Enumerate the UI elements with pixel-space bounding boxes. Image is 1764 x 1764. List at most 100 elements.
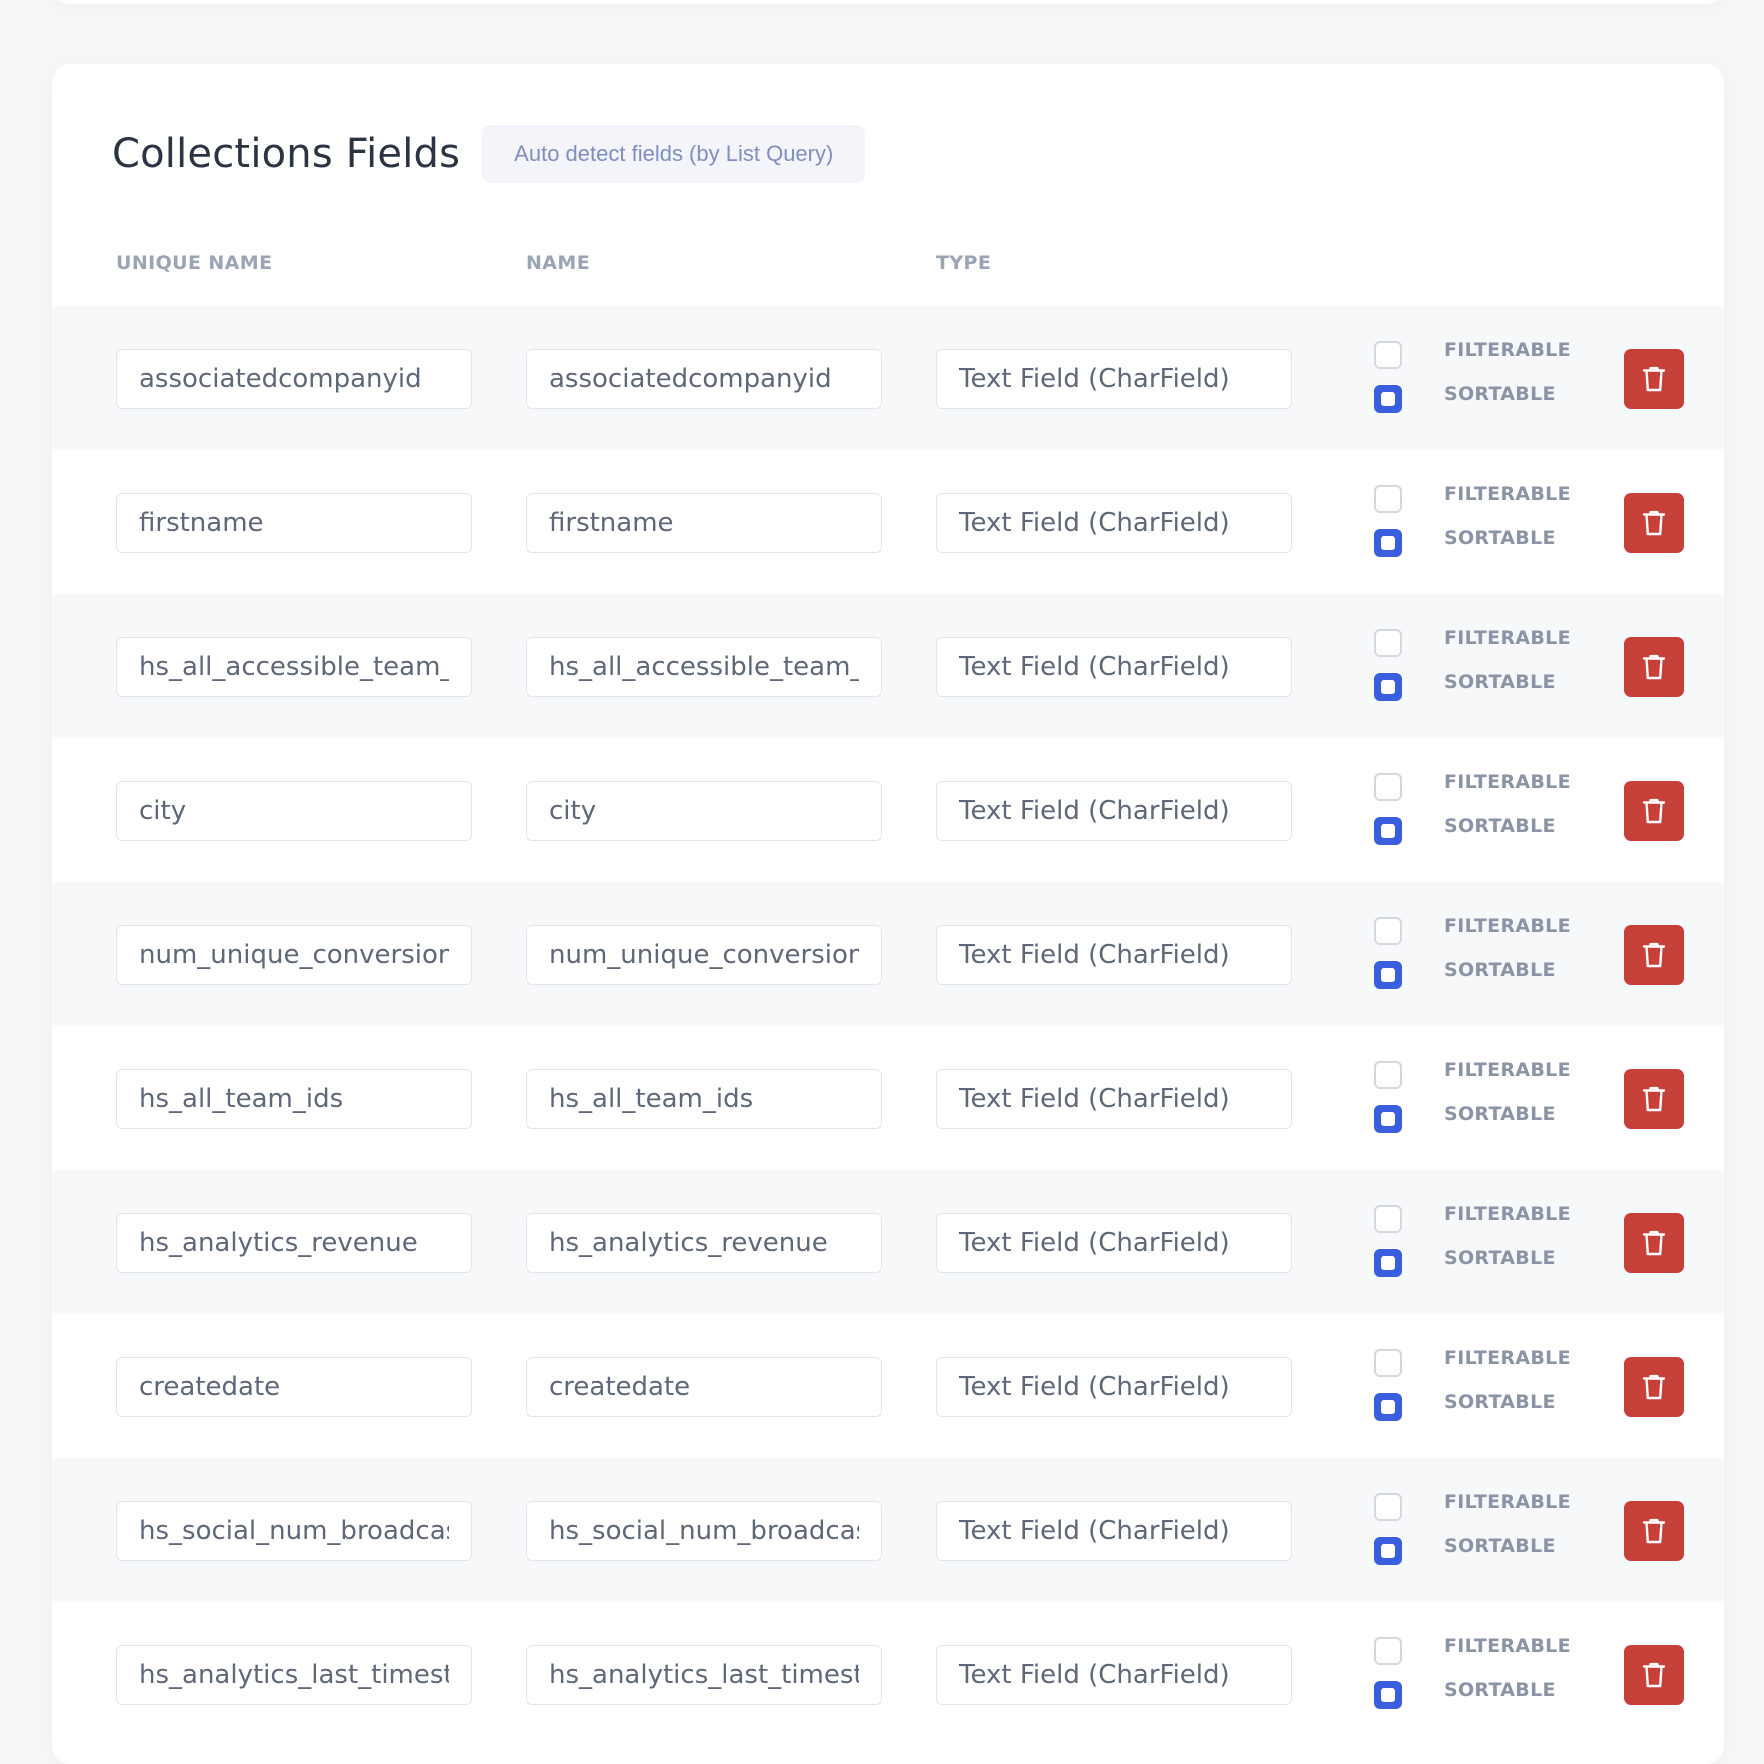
field-row: Text Field (CharField) FILTERABLE SORTAB… — [52, 1458, 1724, 1602]
type-select[interactable]: Text Field (CharField) — [936, 925, 1292, 985]
name-input[interactable] — [526, 1069, 882, 1129]
filterable-checkbox[interactable] — [1374, 1205, 1402, 1233]
type-select[interactable]: Text Field (CharField) — [936, 637, 1292, 697]
sortable-checkbox[interactable] — [1374, 1105, 1402, 1133]
trash-icon — [1642, 654, 1666, 680]
field-row: Text Field (CharField) FILTERABLE SORTAB… — [52, 1026, 1724, 1170]
filterable-checkbox[interactable] — [1374, 1493, 1402, 1521]
field-row: Text Field (CharField) FILTERABLE SORTAB… — [52, 1314, 1724, 1458]
field-row: Text Field (CharField) FILTERABLE SORTAB… — [52, 1602, 1724, 1746]
trash-icon — [1642, 1374, 1666, 1400]
filterable-checkbox[interactable] — [1374, 1061, 1402, 1089]
sortable-checkbox[interactable] — [1374, 961, 1402, 989]
unique-name-input[interactable] — [116, 1069, 472, 1129]
name-input[interactable] — [526, 1357, 882, 1417]
delete-field-button[interactable] — [1624, 349, 1684, 409]
delete-field-button[interactable] — [1624, 1501, 1684, 1561]
delete-field-button[interactable] — [1624, 1645, 1684, 1705]
filterable-checkbox[interactable] — [1374, 629, 1402, 657]
auto-detect-fields-button[interactable]: Auto detect fields (by List Query) — [482, 125, 866, 183]
sortable-checkbox[interactable] — [1374, 1537, 1402, 1565]
sortable-checkbox[interactable] — [1374, 529, 1402, 557]
name-input[interactable] — [526, 781, 882, 841]
filterable-label: FILTERABLE — [1444, 915, 1571, 937]
sortable-label: SORTABLE — [1444, 1247, 1556, 1269]
unique-name-input[interactable] — [116, 1213, 472, 1273]
previous-card-bottom — [52, 0, 1724, 4]
field-row: Text Field (CharField) FILTERABLE SORTAB… — [52, 1170, 1724, 1314]
column-header-type: TYPE — [936, 252, 992, 274]
sortable-label: SORTABLE — [1444, 1103, 1556, 1125]
delete-field-button[interactable] — [1624, 781, 1684, 841]
trash-icon — [1642, 942, 1666, 968]
sortable-label: SORTABLE — [1444, 527, 1556, 549]
filterable-checkbox[interactable] — [1374, 773, 1402, 801]
column-header-name: NAME — [526, 252, 591, 274]
sortable-checkbox[interactable] — [1374, 1681, 1402, 1709]
trash-icon — [1642, 798, 1666, 824]
unique-name-input[interactable] — [116, 637, 472, 697]
name-input[interactable] — [526, 637, 882, 697]
filterable-label: FILTERABLE — [1444, 1059, 1571, 1081]
delete-field-button[interactable] — [1624, 493, 1684, 553]
unique-name-input[interactable] — [116, 349, 472, 409]
sortable-checkbox[interactable] — [1374, 817, 1402, 845]
sortable-checkbox[interactable] — [1374, 385, 1402, 413]
filterable-checkbox[interactable] — [1374, 1637, 1402, 1665]
filterable-label: FILTERABLE — [1444, 483, 1571, 505]
column-header-unique-name: UNIQUE NAME — [116, 252, 273, 274]
field-row: Text Field (CharField) FILTERABLE SORTAB… — [52, 450, 1724, 594]
type-select[interactable]: Text Field (CharField) — [936, 1357, 1292, 1417]
unique-name-input[interactable] — [116, 493, 472, 553]
filterable-label: FILTERABLE — [1444, 1635, 1571, 1657]
unique-name-input[interactable] — [116, 925, 472, 985]
filterable-checkbox[interactable] — [1374, 341, 1402, 369]
unique-name-input[interactable] — [116, 1501, 472, 1561]
sortable-label: SORTABLE — [1444, 1535, 1556, 1557]
unique-name-input[interactable] — [116, 1645, 472, 1705]
type-select[interactable]: Text Field (CharField) — [936, 1645, 1292, 1705]
unique-name-input[interactable] — [116, 1357, 472, 1417]
name-input[interactable] — [526, 1645, 882, 1705]
delete-field-button[interactable] — [1624, 925, 1684, 985]
name-input[interactable] — [526, 493, 882, 553]
section-title: Collections Fields — [112, 131, 461, 177]
trash-icon — [1642, 1230, 1666, 1256]
trash-icon — [1642, 510, 1666, 536]
field-row: Text Field (CharField) FILTERABLE SORTAB… — [52, 882, 1724, 1026]
sortable-label: SORTABLE — [1444, 959, 1556, 981]
fields-list: Text Field (CharField) FILTERABLE SORTAB… — [52, 306, 1724, 1746]
trash-icon — [1642, 366, 1666, 392]
sortable-label: SORTABLE — [1444, 383, 1556, 405]
unique-name-input[interactable] — [116, 781, 472, 841]
type-select[interactable]: Text Field (CharField) — [936, 349, 1292, 409]
filterable-label: FILTERABLE — [1444, 1203, 1571, 1225]
delete-field-button[interactable] — [1624, 1069, 1684, 1129]
type-select[interactable]: Text Field (CharField) — [936, 1069, 1292, 1129]
sortable-checkbox[interactable] — [1374, 673, 1402, 701]
sortable-checkbox[interactable] — [1374, 1393, 1402, 1421]
type-select[interactable]: Text Field (CharField) — [936, 493, 1292, 553]
filterable-label: FILTERABLE — [1444, 339, 1571, 361]
sortable-label: SORTABLE — [1444, 815, 1556, 837]
type-select[interactable]: Text Field (CharField) — [936, 1213, 1292, 1273]
name-input[interactable] — [526, 1501, 882, 1561]
filterable-checkbox[interactable] — [1374, 485, 1402, 513]
name-input[interactable] — [526, 925, 882, 985]
collections-fields-card: Collections Fields Auto detect fields (b… — [52, 64, 1724, 1764]
field-row: Text Field (CharField) FILTERABLE SORTAB… — [52, 594, 1724, 738]
sortable-checkbox[interactable] — [1374, 1249, 1402, 1277]
name-input[interactable] — [526, 349, 882, 409]
filterable-label: FILTERABLE — [1444, 771, 1571, 793]
delete-field-button[interactable] — [1624, 1213, 1684, 1273]
filterable-label: FILTERABLE — [1444, 1491, 1571, 1513]
filterable-checkbox[interactable] — [1374, 1349, 1402, 1377]
type-select[interactable]: Text Field (CharField) — [936, 781, 1292, 841]
filterable-checkbox[interactable] — [1374, 917, 1402, 945]
card-header: Collections Fields Auto detect fields (b… — [112, 124, 866, 184]
sortable-label: SORTABLE — [1444, 671, 1556, 693]
delete-field-button[interactable] — [1624, 637, 1684, 697]
name-input[interactable] — [526, 1213, 882, 1273]
type-select[interactable]: Text Field (CharField) — [936, 1501, 1292, 1561]
delete-field-button[interactable] — [1624, 1357, 1684, 1417]
